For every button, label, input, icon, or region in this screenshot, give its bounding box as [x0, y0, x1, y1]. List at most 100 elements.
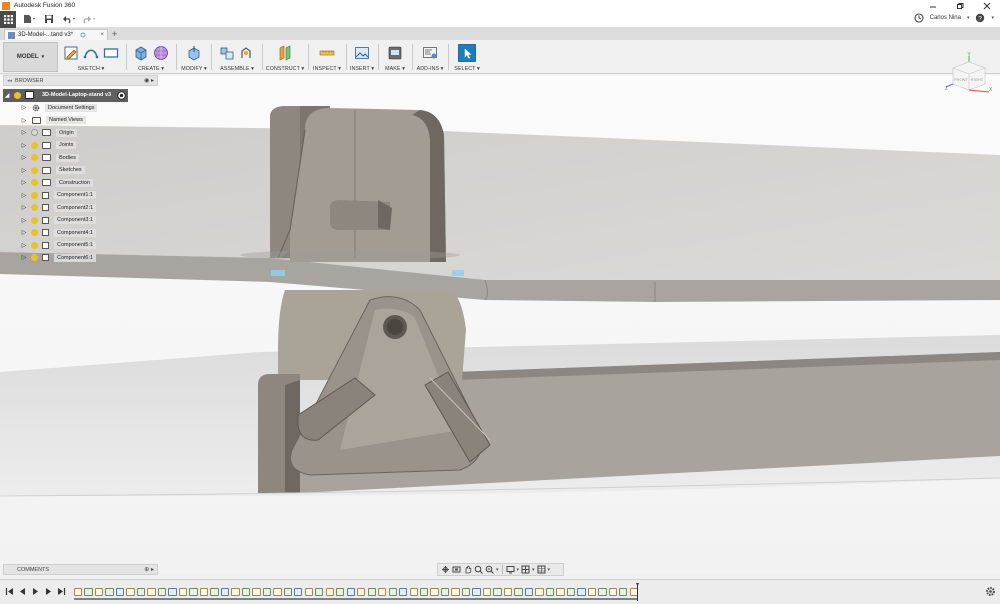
make-group[interactable]: MAKE ▾: [380, 43, 410, 72]
timeline-feature-icon[interactable]: [430, 587, 439, 597]
insert-group[interactable]: INSERT ▾: [348, 43, 376, 72]
visibility-bulb-icon[interactable]: [31, 154, 38, 162]
timeline-marker[interactable]: [636, 583, 639, 601]
visibility-bulb-icon[interactable]: [31, 241, 38, 249]
expand-icon[interactable]: ▷: [20, 254, 28, 261]
expand-icon[interactable]: ◢: [3, 92, 11, 99]
timeline-feature-icon[interactable]: [357, 587, 366, 597]
expand-icon[interactable]: ▷: [20, 154, 28, 161]
user-name[interactable]: Carlos Nina: [930, 15, 961, 21]
job-status-icon[interactable]: [914, 13, 924, 23]
timeline-feature-icon[interactable]: [440, 587, 450, 597]
tree-item-named-views[interactable]: ▷ Named Views: [3, 114, 158, 127]
timeline-feature-icon[interactable]: [608, 587, 617, 597]
tree-item-component4[interactable]: ▷ Component4:1: [3, 227, 158, 240]
expand-icon[interactable]: ▷: [20, 104, 28, 111]
display-chevron-icon[interactable]: ▾: [517, 567, 520, 573]
visibility-bulb-icon[interactable]: [31, 216, 38, 224]
timeline-feature-icon[interactable]: [105, 587, 114, 597]
timeline-feature-icon[interactable]: [136, 587, 146, 597]
browser-header[interactable]: ◂◂ BROWSER ◉ ▸: [3, 75, 158, 86]
comments-panel[interactable]: COMMENTS ⊕ ▸: [3, 564, 158, 575]
pan-icon[interactable]: [463, 565, 472, 574]
timeline-feature-icon[interactable]: [115, 587, 125, 597]
timeline-feature-icon[interactable]: [598, 587, 607, 597]
expand-icon[interactable]: ▷: [20, 217, 28, 224]
timeline-feature-icon[interactable]: [84, 587, 93, 597]
timeline-feature-icon[interactable]: [220, 587, 230, 597]
view-cube[interactable]: Y FRONT RIGHT Z X: [943, 50, 995, 94]
construct-group[interactable]: CONSTRUCT ▾: [264, 43, 306, 72]
timeline-feature-icon[interactable]: [388, 587, 397, 597]
visibility-bulb-icon[interactable]: [31, 129, 38, 137]
expand-icon[interactable]: ▷: [20, 117, 28, 124]
tree-item-joints[interactable]: ▷ Joints: [3, 139, 158, 152]
timeline-feature-icon[interactable]: [409, 587, 418, 597]
expand-icon[interactable]: ▷: [20, 229, 28, 236]
visibility-bulb-icon[interactable]: [31, 204, 38, 212]
go-to-end-icon[interactable]: [57, 587, 66, 596]
timeline-feature-icon[interactable]: [294, 587, 303, 597]
timeline-feature-icon[interactable]: [283, 587, 292, 597]
browser-pin-icon[interactable]: ◉ ▸: [144, 77, 154, 84]
timeline-feature-icon[interactable]: [451, 587, 460, 597]
timeline-feature-icon[interactable]: [252, 587, 261, 597]
timeline-feature-icon[interactable]: [168, 587, 177, 597]
visibility-bulb-icon[interactable]: [31, 166, 38, 174]
timeline-feature-icon[interactable]: [493, 587, 502, 597]
tree-item-bodies[interactable]: ▷ Bodies: [3, 152, 158, 165]
maximize-button[interactable]: [946, 0, 973, 11]
timeline-feature-icon[interactable]: [367, 587, 376, 597]
timeline-feature-icon[interactable]: [399, 587, 408, 597]
timeline-track[interactable]: [74, 585, 638, 599]
document-tab[interactable]: 3D-Model-...tand v3* ×: [4, 29, 108, 40]
timeline-feature-icon[interactable]: [189, 587, 198, 597]
timeline-feature-icon[interactable]: [210, 587, 219, 597]
visibility-bulb-icon[interactable]: [31, 179, 38, 187]
timeline-feature-icon[interactable]: [346, 587, 355, 597]
timeline-feature-icon[interactable]: [577, 587, 586, 597]
timeline-feature-icon[interactable]: [304, 587, 313, 597]
user-chevron-icon[interactable]: ▾: [967, 15, 970, 21]
timeline-feature-icon[interactable]: [178, 587, 188, 597]
expand-icon[interactable]: ▷: [20, 179, 28, 186]
tree-item-component6[interactable]: ▷ Component6:1: [3, 252, 158, 265]
timeline-feature-icon[interactable]: [336, 587, 345, 597]
tree-item-origin[interactable]: ▷ Origin: [3, 127, 158, 140]
timeline-feature-icon[interactable]: [94, 587, 104, 597]
step-back-icon[interactable]: [18, 587, 27, 596]
timeline-feature-icon[interactable]: [262, 587, 272, 597]
timeline-feature-icon[interactable]: [514, 587, 523, 597]
visibility-bulb-icon[interactable]: [31, 229, 38, 237]
radio-icon[interactable]: [117, 90, 126, 100]
modify-group[interactable]: MODIFY ▾: [178, 43, 210, 72]
timeline-feature-icon[interactable]: [503, 587, 513, 597]
tree-item-component5[interactable]: ▷ Component5:1: [3, 239, 158, 252]
addins-group[interactable]: ADD-INS ▾: [414, 43, 446, 72]
data-panel-button[interactable]: [0, 10, 16, 28]
fit-icon[interactable]: [485, 565, 494, 574]
tree-item-component2[interactable]: ▷ Component2:1: [3, 202, 158, 215]
viewports-icon[interactable]: [537, 565, 546, 574]
inspect-group[interactable]: INSPECT ▾: [310, 43, 344, 72]
expand-icon[interactable]: ▷: [20, 167, 28, 174]
save-button[interactable]: [42, 12, 56, 26]
play-icon[interactable]: [31, 587, 40, 596]
help-icon[interactable]: ?: [975, 13, 985, 23]
zoom-chevron-icon[interactable]: ▾: [496, 567, 499, 573]
timeline-feature-icon[interactable]: [241, 587, 251, 597]
timeline-feature-icon[interactable]: [315, 587, 324, 597]
visibility-bulb-icon[interactable]: [31, 191, 38, 199]
timeline-feature-icon[interactable]: [126, 587, 135, 597]
create-group[interactable]: CREATE ▾: [128, 43, 174, 72]
tree-item-component3[interactable]: ▷ Component3:1: [3, 214, 158, 227]
minimize-button[interactable]: [919, 0, 946, 11]
timeline-feature-icon[interactable]: [378, 587, 387, 597]
timeline-feature-icon[interactable]: [419, 587, 429, 597]
file-menu-button[interactable]: [22, 12, 36, 26]
viewports-chevron-icon[interactable]: ▾: [548, 567, 551, 573]
timeline-feature-icon[interactable]: [325, 587, 334, 597]
timeline-feature-icon[interactable]: [199, 587, 209, 597]
go-to-start-icon[interactable]: [5, 587, 14, 596]
display-settings-icon[interactable]: [506, 565, 515, 574]
